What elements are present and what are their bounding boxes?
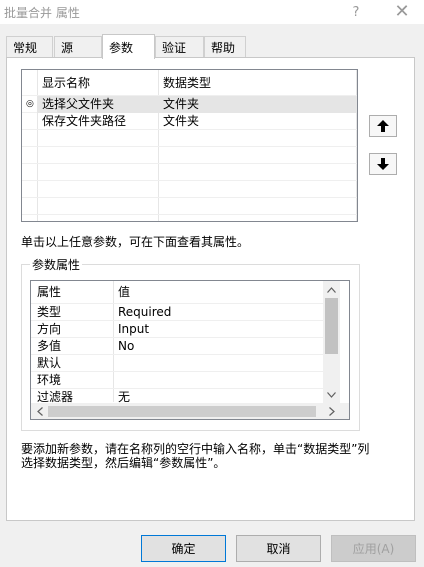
property-name-cell: 默认 <box>37 356 62 370</box>
property-name-cell: 类型 <box>37 305 62 319</box>
grid-divider <box>31 320 323 321</box>
property-value-cell[interactable]: Required <box>118 304 171 321</box>
scroll-down-icon[interactable] <box>323 386 340 403</box>
grid-divider <box>113 281 114 402</box>
horizontal-scroll-thumb[interactable] <box>48 406 316 417</box>
move-down-button[interactable] <box>369 153 397 175</box>
param-type-cell[interactable]: 文件夹 <box>163 113 199 130</box>
tab-parameters[interactable]: 参数 <box>102 34 155 59</box>
title-bar: 批量合并 属性 ? ✕ <box>0 0 424 24</box>
scroll-right-icon[interactable] <box>323 403 340 419</box>
property-name-cell: 方向 <box>37 322 62 336</box>
property-name-cell: 环境 <box>37 373 62 387</box>
move-up-button[interactable] <box>369 115 397 137</box>
grid-divider <box>22 146 357 147</box>
property-grid[interactable]: 属性 值 类型 Required 方向 Input 多值 No 默认 环境 过滤… <box>30 280 350 420</box>
horizontal-scrollbar[interactable] <box>31 403 340 419</box>
property-value-cell[interactable]: No <box>118 338 134 355</box>
property-value-cell[interactable]: Input <box>118 321 149 338</box>
grid-divider <box>31 337 323 338</box>
tab-source[interactable]: 源 <box>54 36 102 58</box>
property-name-cell: 多值 <box>37 339 62 353</box>
grid-divider <box>31 303 323 304</box>
parameter-properties-group: 参数属性 属性 值 类型 Required 方向 Input 多值 No 默认 … <box>21 256 360 431</box>
tab-validation[interactable]: 验证 <box>155 36 204 58</box>
param-name-cell[interactable]: 保存文件夹路径 <box>42 113 126 130</box>
add-parameter-hint: 要添加新参数，请在名称列的空行中输入名称，单击“数据类型”列选择数据类型，然后编… <box>21 442 370 470</box>
grid-divider <box>22 163 357 164</box>
arrow-down-icon <box>377 158 389 170</box>
column-header-display-name[interactable]: 显示名称 <box>42 75 90 92</box>
grid-divider <box>22 214 357 215</box>
param-type-cell[interactable]: 文件夹 <box>163 96 199 113</box>
close-icon[interactable]: ✕ <box>385 0 419 24</box>
ok-button[interactable]: 确定 <box>141 535 226 562</box>
tab-label: 验证 <box>162 41 187 55</box>
grid-divider <box>31 388 323 389</box>
column-header-property[interactable]: 属性 <box>37 284 61 301</box>
tab-help[interactable]: 帮助 <box>204 36 246 58</box>
vertical-scrollbar[interactable] <box>323 281 340 403</box>
grid-divider <box>31 354 323 355</box>
scrollbar-corner <box>340 403 349 419</box>
tab-label: 常规 <box>13 41 38 55</box>
parameters-grid[interactable]: 显示名称 数据类型 ◎ 选择父文件夹 文件夹 保存文件夹路径 文件夹 <box>21 69 358 222</box>
param-name-cell[interactable]: 选择父文件夹 <box>42 96 114 113</box>
parameters-panel: 显示名称 数据类型 ◎ 选择父文件夹 文件夹 保存文件夹路径 文件夹 单击以上任… <box>6 57 415 521</box>
scroll-left-icon[interactable] <box>31 403 48 419</box>
tab-label: 帮助 <box>211 41 236 55</box>
help-icon[interactable]: ? <box>339 0 373 24</box>
cancel-button[interactable]: 取消 <box>236 535 321 562</box>
grid-divider <box>31 371 323 372</box>
apply-button[interactable]: 应用(A) <box>331 535 416 562</box>
vertical-scroll-thumb[interactable] <box>325 298 338 354</box>
window-title: 批量合并 属性 <box>4 6 80 20</box>
current-row-marker: ◎ <box>26 99 34 109</box>
tab-label: 参数 <box>109 40 134 55</box>
scroll-up-icon[interactable] <box>323 281 340 298</box>
tab-label: 源 <box>61 41 74 55</box>
arrow-up-icon <box>377 120 389 132</box>
grid-divider <box>22 180 357 181</box>
column-header-data-type[interactable]: 数据类型 <box>163 75 211 92</box>
grid-divider <box>22 197 357 198</box>
tab-general[interactable]: 常规 <box>6 36 53 58</box>
group-title: 参数属性 <box>30 256 83 273</box>
select-hint: 单击以上任意参数，可在下面查看其属性。 <box>21 235 250 249</box>
column-header-value[interactable]: 值 <box>118 284 130 301</box>
